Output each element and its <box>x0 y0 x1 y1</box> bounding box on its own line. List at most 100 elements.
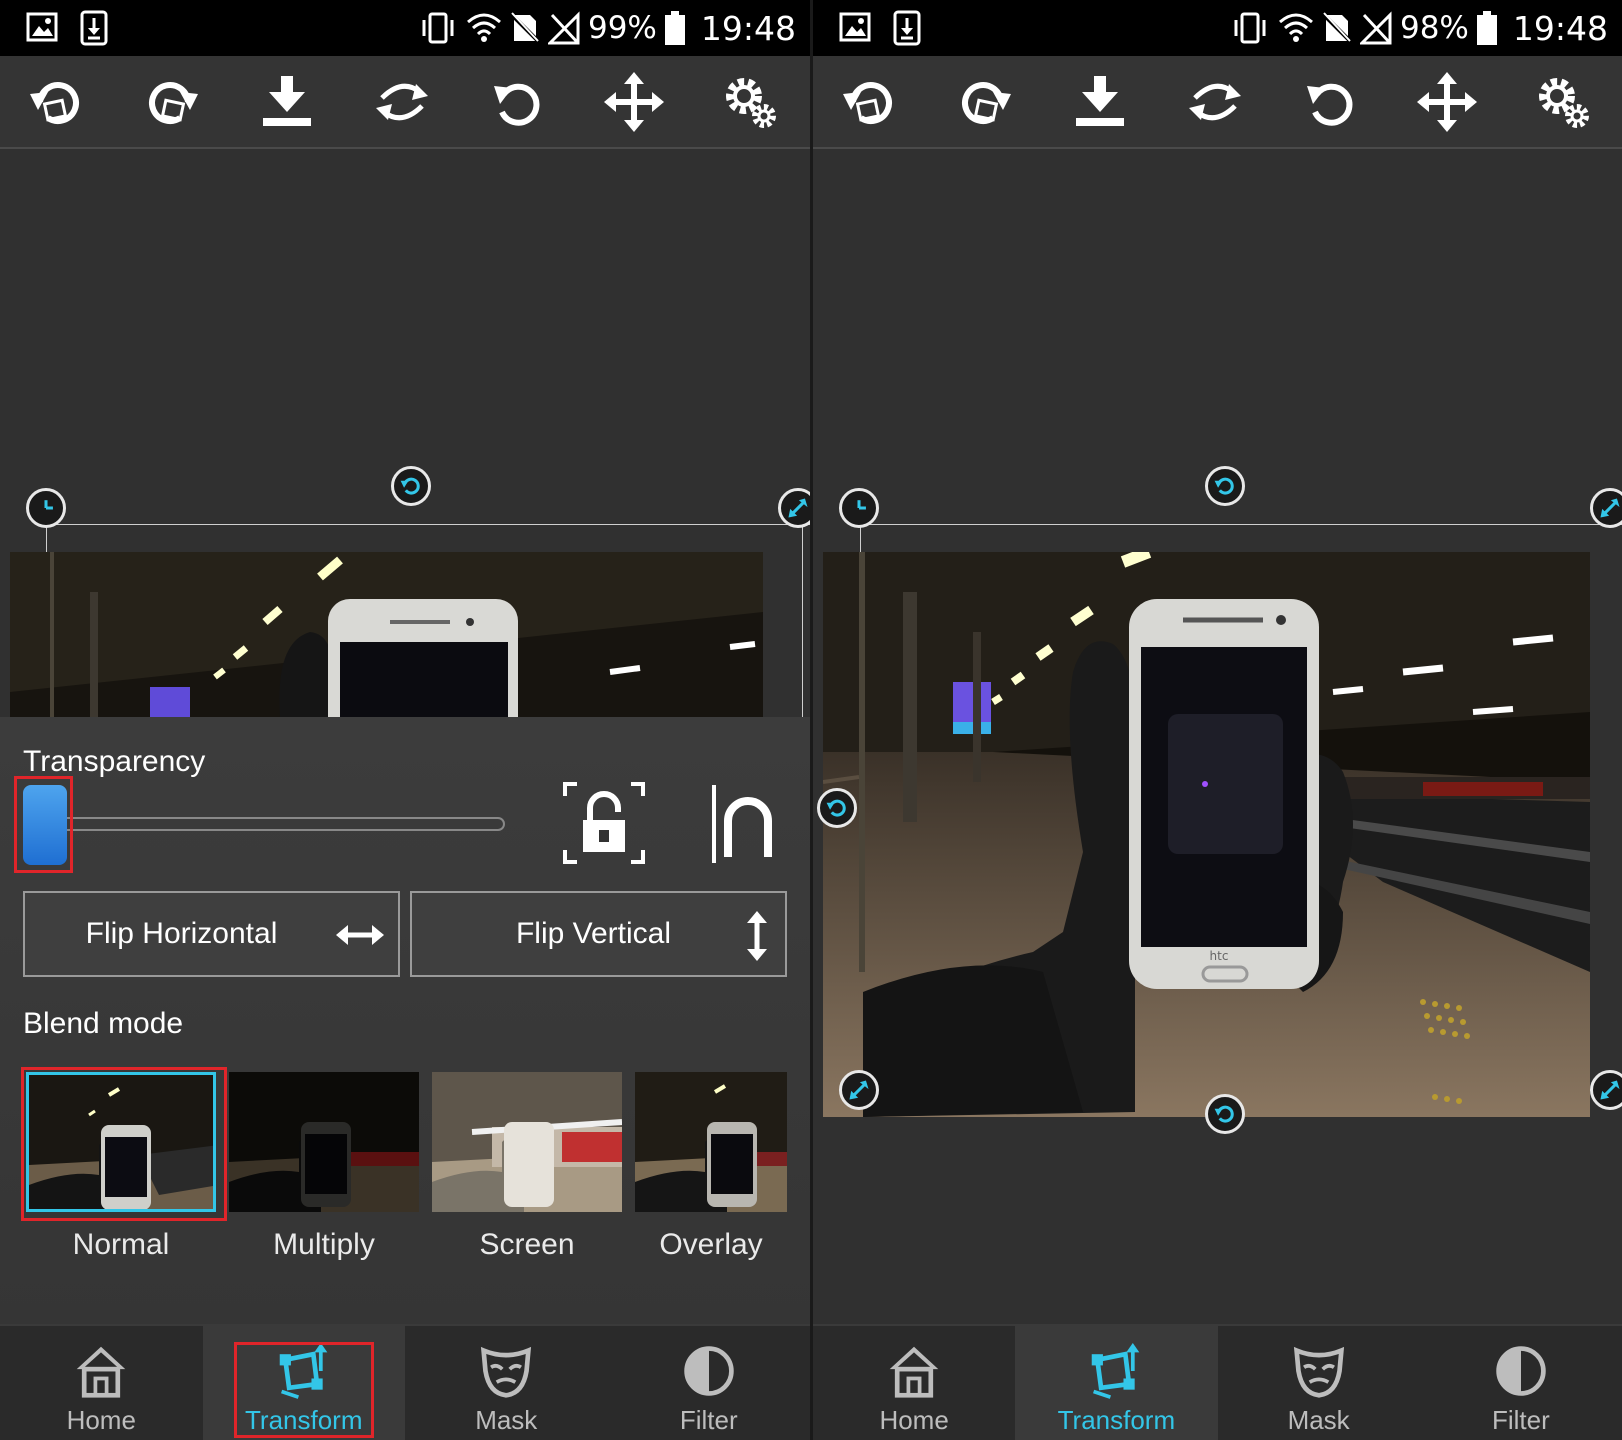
undo-button[interactable] <box>20 66 92 138</box>
bottom-navigation: Home Transform Mask Filter <box>0 1324 810 1440</box>
blend-label-multiply: Multiply <box>273 1228 375 1261</box>
blend-label-overlay: Overlay <box>659 1228 763 1261</box>
settings-icon <box>720 72 780 132</box>
clock: 19:48 <box>1512 8 1608 48</box>
rotate-icon <box>1301 72 1361 132</box>
download-icon <box>257 72 317 132</box>
wifi-icon <box>1278 13 1313 42</box>
clock: 19:48 <box>700 8 796 48</box>
flip-horizontal-label: Flip Horizontal <box>85 917 278 950</box>
clock-icon <box>33 495 59 521</box>
rotate-handle-bottom[interactable] <box>1205 1094 1245 1134</box>
rotate-icon <box>488 72 548 132</box>
blend-thumbnail-screen <box>432 1072 622 1212</box>
nav-label-home: Home <box>879 1405 949 1435</box>
undo-button[interactable] <box>833 66 905 138</box>
rotate-button[interactable] <box>482 66 554 138</box>
rotate-handle-top[interactable] <box>391 466 431 506</box>
flip-vertical-button[interactable]: Flip Vertical <box>410 891 787 977</box>
move-button[interactable] <box>1411 66 1483 138</box>
resize-handle-bottom-left[interactable] <box>839 1070 879 1110</box>
resize-icon <box>1597 495 1622 521</box>
editing-canvas[interactable]: htc <box>813 149 1622 1326</box>
nav-filter[interactable]: Filter <box>1420 1326 1622 1440</box>
photo-scene <box>10 552 763 717</box>
filter-icon <box>1493 1343 1549 1399</box>
no-sim-icon <box>1321 11 1352 45</box>
blend-option-overlay[interactable]: Overlay <box>635 1072 787 1262</box>
nav-label-filter: Filter <box>679 1405 738 1435</box>
redo-icon <box>955 72 1015 132</box>
rotate-icon <box>1212 1101 1238 1127</box>
layer-photo[interactable] <box>10 552 763 717</box>
redo-button[interactable] <box>136 66 208 138</box>
blend-thumbnail-overlay <box>635 1072 787 1212</box>
no-signal-icon <box>547 11 580 45</box>
redo-icon <box>142 72 202 132</box>
settings-icon <box>1533 72 1593 132</box>
home-icon <box>73 1343 129 1399</box>
flip-horizontal-button[interactable]: Flip Horizontal <box>23 891 400 977</box>
rotate-handle-left[interactable] <box>817 788 857 828</box>
nav-mask[interactable]: Mask <box>405 1326 608 1440</box>
settings-button[interactable] <box>714 66 786 138</box>
swap-icon <box>1185 72 1245 132</box>
right-screen: 98% 19:48 htc Home Transform Mask Filter <box>813 0 1622 1440</box>
thumbnail-image <box>432 1072 622 1212</box>
rotate-corner-handle[interactable] <box>839 488 879 528</box>
no-signal-icon <box>1359 11 1392 45</box>
resize-handle-top-right[interactable] <box>1590 488 1622 528</box>
bottom-navigation: Home Transform Mask Filter <box>813 1324 1622 1440</box>
flip-vertical-label: Flip Vertical <box>515 917 672 950</box>
phone-brand-text: htc <box>1210 949 1229 963</box>
swap-icon <box>372 72 432 132</box>
magnet-icon[interactable] <box>710 783 774 865</box>
settings-button[interactable] <box>1527 66 1599 138</box>
redo-button[interactable] <box>949 66 1021 138</box>
nav-home[interactable]: Home <box>813 1326 1015 1440</box>
highlight-box <box>14 776 73 873</box>
blend-option-screen[interactable]: Screen <box>432 1072 622 1262</box>
vibrate-icon <box>1234 12 1266 44</box>
lock-toggle-icon[interactable] <box>563 782 645 864</box>
save-button[interactable] <box>251 66 323 138</box>
frame-right-edge <box>802 524 803 717</box>
wifi-icon <box>466 13 501 42</box>
resize-icon <box>1597 1077 1622 1103</box>
resize-icon <box>846 1077 872 1103</box>
move-button[interactable] <box>598 66 670 138</box>
status-bar: 98% 19:48 <box>813 0 1622 56</box>
transparency-slider-track[interactable] <box>55 817 505 831</box>
nav-filter[interactable]: Filter <box>608 1326 811 1440</box>
rotate-handle-top[interactable] <box>1205 466 1245 506</box>
blend-label-normal: Normal <box>72 1228 170 1261</box>
nav-transform[interactable]: Transform <box>1015 1326 1218 1440</box>
vibrate-icon <box>422 12 454 44</box>
nav-label-filter: Filter <box>1491 1405 1550 1435</box>
nav-label-mask: Mask <box>1287 1405 1350 1435</box>
blend-option-multiply[interactable]: Multiply <box>229 1072 419 1262</box>
battery-percentage: 99% <box>587 10 657 46</box>
resize-handle-top-right[interactable] <box>778 488 810 528</box>
filter-icon <box>681 1343 737 1399</box>
rotate-button[interactable] <box>1295 66 1367 138</box>
gallery-icon <box>839 12 871 42</box>
transform-panel: Transparency Flip Horizontal Flip Vertic… <box>0 717 810 1326</box>
clock-icon <box>846 495 872 521</box>
gallery-icon <box>26 12 58 42</box>
layer-photo[interactable]: htc <box>823 552 1590 1117</box>
rotate-corner-handle[interactable] <box>26 488 66 528</box>
swap-button[interactable] <box>1179 66 1251 138</box>
home-icon <box>886 1343 942 1399</box>
nav-label-home: Home <box>66 1405 136 1435</box>
download-notification-icon <box>80 10 108 46</box>
swap-button[interactable] <box>366 66 438 138</box>
save-button[interactable] <box>1064 66 1136 138</box>
transform-icon <box>1088 1343 1144 1399</box>
undo-icon <box>839 72 899 132</box>
nav-mask[interactable]: Mask <box>1218 1326 1420 1440</box>
download-notification-icon <box>893 10 921 46</box>
battery-percentage: 98% <box>1399 10 1469 46</box>
resize-handle-bottom-right[interactable] <box>1590 1070 1622 1110</box>
nav-home[interactable]: Home <box>0 1326 203 1440</box>
